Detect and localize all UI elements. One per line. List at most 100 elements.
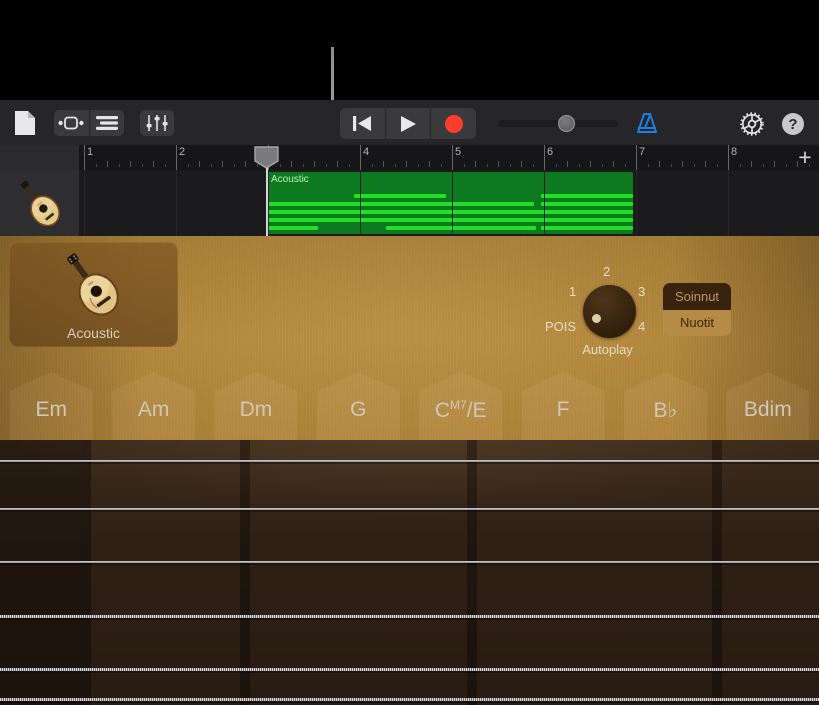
help-icon[interactable]: ? — [780, 111, 806, 137]
chord-button-cm7e[interactable]: CM7/E — [419, 372, 503, 440]
chord-button-bdim[interactable]: Bdim — [726, 372, 810, 440]
string-5-a[interactable] — [0, 668, 819, 671]
beat-tick — [774, 161, 775, 167]
fret-separator — [712, 440, 722, 705]
svg-text:?: ? — [788, 116, 797, 133]
beat-tick — [199, 161, 200, 167]
beat-tick — [659, 161, 660, 167]
add-track-button[interactable]: + — [795, 146, 815, 169]
beat-tick — [245, 161, 246, 167]
chord-button-am[interactable]: Am — [112, 372, 196, 440]
bar-number: 7 — [639, 146, 646, 158]
chord-label: G — [350, 398, 367, 421]
autoplay-position-1[interactable]: 1 — [569, 284, 576, 299]
sub-tick — [440, 164, 442, 167]
sub-tick — [325, 164, 327, 167]
sub-tick — [302, 164, 304, 167]
chord-button-dm[interactable]: Dm — [214, 372, 298, 440]
mode-option-notes[interactable]: Nuotit — [663, 309, 731, 336]
ruler-bars[interactable]: 12345678 — [79, 145, 819, 170]
waveform-segment — [386, 226, 536, 230]
playhead-marker[interactable] — [254, 146, 279, 169]
sub-tick — [601, 164, 603, 167]
track-list-icon[interactable] — [90, 110, 125, 136]
instrument-selector-card[interactable]: Acoustic — [9, 242, 178, 347]
acoustic-guitar-icon — [67, 253, 119, 316]
loop-browser-icon[interactable] — [54, 110, 89, 136]
track-area: Acoustic — [0, 170, 819, 237]
sub-tick — [486, 164, 488, 167]
autoplay-control: POIS 1 2 3 4 Autoplay — [545, 258, 670, 358]
beat-tick — [567, 161, 568, 167]
beat-tick — [613, 161, 614, 167]
slider-knob[interactable] — [558, 115, 575, 132]
chord-button-f[interactable]: F — [521, 372, 605, 440]
sub-tick — [371, 164, 373, 167]
beat-tick — [314, 161, 315, 167]
string-3-g[interactable] — [0, 561, 819, 563]
lane-grid-line — [544, 170, 545, 236]
string-1-high-e[interactable] — [0, 460, 819, 462]
sub-tick — [762, 164, 764, 167]
master-volume-slider[interactable] — [498, 115, 618, 132]
string-shadow — [0, 563, 819, 565]
sub-tick — [233, 164, 235, 167]
sub-tick — [670, 164, 672, 167]
top-black-area — [0, 0, 819, 100]
acoustic-guitar-icon — [20, 180, 60, 227]
chord-button-g[interactable]: G — [316, 372, 400, 440]
string-4-d[interactable] — [0, 615, 819, 618]
string-6-low-e[interactable] — [0, 698, 819, 702]
waveform-segment — [354, 194, 446, 198]
track-header[interactable] — [0, 170, 79, 237]
chord-button-bb[interactable]: B♭ — [623, 372, 707, 440]
beat-tick — [291, 161, 292, 167]
string-shadow — [0, 509, 819, 512]
waveform-segment — [541, 218, 633, 222]
sub-tick — [509, 164, 511, 167]
document-icon[interactable] — [12, 110, 38, 136]
sub-tick — [164, 164, 166, 167]
sub-tick — [187, 164, 189, 167]
string-shadow — [0, 701, 819, 704]
beat-tick — [222, 161, 223, 167]
metronome-icon[interactable] — [632, 110, 662, 138]
bar-number: 4 — [363, 146, 370, 158]
fretboard-left-shadow — [0, 440, 81, 705]
sub-tick — [394, 164, 396, 167]
track-lane[interactable]: Acoustic — [79, 170, 819, 236]
autoplay-position-3[interactable]: 3 — [638, 284, 645, 299]
autoplay-position-2[interactable]: 2 — [603, 264, 610, 279]
audio-region[interactable]: Acoustic — [266, 172, 633, 234]
string-shadow — [0, 461, 819, 464]
lane-grid-line — [268, 170, 269, 236]
rewind-button[interactable] — [340, 108, 385, 139]
string-2-b[interactable] — [0, 508, 819, 510]
sub-tick — [647, 164, 649, 167]
waveform-segment — [541, 210, 633, 214]
autoplay-knob[interactable] — [583, 285, 636, 338]
autoplay-position-4[interactable]: 4 — [638, 319, 645, 334]
mode-option-chords[interactable]: Soinnut — [663, 283, 731, 310]
gear-icon[interactable] — [738, 110, 765, 137]
knob-indicator-dot — [592, 314, 601, 323]
mixer-sliders-icon[interactable] — [140, 110, 174, 136]
beat-tick — [406, 161, 407, 167]
sub-tick — [716, 164, 718, 167]
record-button[interactable] — [431, 108, 476, 139]
ruler-header-spacer — [0, 145, 79, 170]
lane-grid-line — [360, 170, 361, 236]
autoplay-off-label[interactable]: POIS — [545, 319, 576, 334]
chord-label: B♭ — [653, 399, 678, 422]
chord-button-em[interactable]: Em — [9, 372, 93, 440]
timeline-ruler[interactable]: 12345678 + — [0, 145, 819, 170]
sub-tick — [417, 164, 419, 167]
fretboard-strings-area[interactable] — [0, 440, 819, 705]
fret-separator — [81, 440, 91, 705]
play-button[interactable] — [386, 108, 431, 139]
beat-tick — [590, 161, 591, 167]
lane-grid-line — [84, 170, 85, 236]
sub-tick — [532, 164, 534, 167]
sub-tick — [463, 164, 465, 167]
string-shadow — [0, 617, 819, 620]
